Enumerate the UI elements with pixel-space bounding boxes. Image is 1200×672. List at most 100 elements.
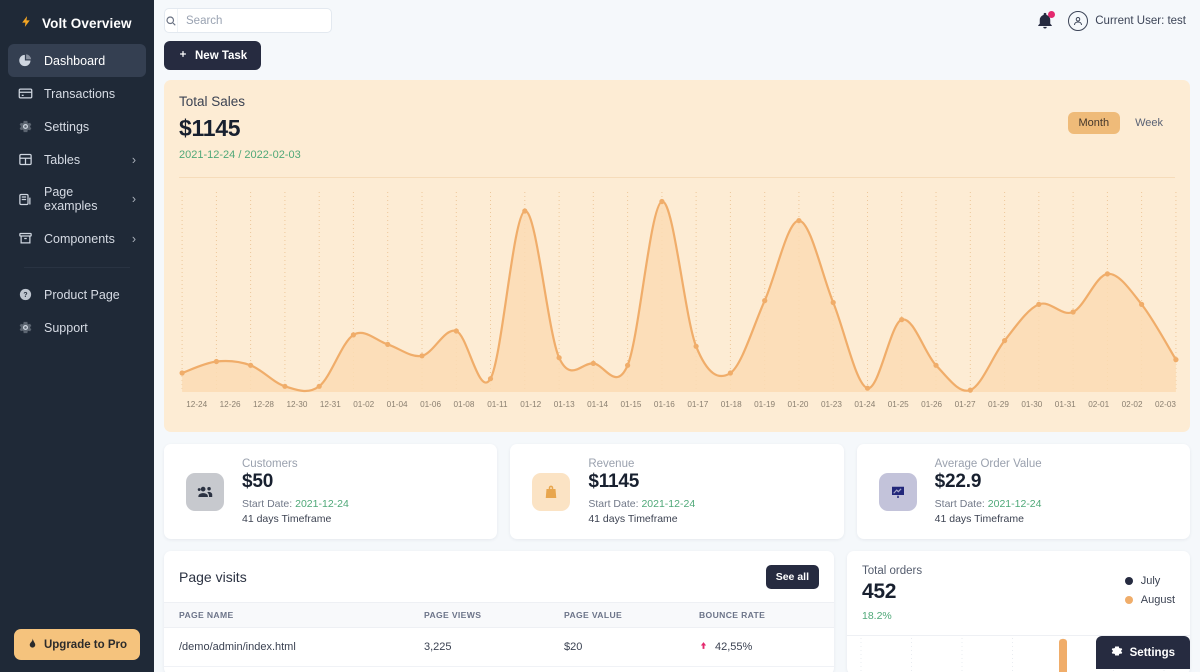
total-orders-summary: Total orders 452 18.2% <box>862 565 922 622</box>
new-task-button[interactable]: New Task <box>164 41 262 70</box>
notification-badge <box>1048 10 1056 18</box>
sidebar-item-label: Product Page <box>44 287 120 302</box>
arrow-up-icon <box>699 640 708 654</box>
legend-item-august: August <box>1124 594 1175 606</box>
page-visits-header: Page visits See all <box>164 551 834 602</box>
svg-text:?: ? <box>23 292 27 299</box>
search-input[interactable] <box>178 9 331 32</box>
sidebar-item-transactions[interactable]: Transactions <box>8 77 146 110</box>
total-orders-header: Total orders 452 18.2% July August <box>847 551 1190 635</box>
x-axis-tick-label: 01-06 <box>420 400 442 409</box>
shopping-bag-icon <box>532 472 571 511</box>
x-axis-tick-label: 01-04 <box>386 400 408 409</box>
page-visits-table: PAGE NAME PAGE VIEWS PAGE VALUE BOUNCE R… <box>164 602 834 667</box>
table-grid-icon <box>18 152 33 167</box>
stat-timeframe: 41 days Timeframe <box>588 513 678 525</box>
x-axis-tick-label: 12-28 <box>253 400 274 409</box>
sales-chart-xaxis: 12-24 12-26 12-28 12-30 12-31 01-02 01-04 01-06… <box>164 400 1190 409</box>
stat-label: Average Order Value <box>934 458 1042 470</box>
x-axis-tick-label: 01-15 <box>620 400 642 409</box>
total-orders-title: Total orders <box>862 565 923 577</box>
brand[interactable]: Volt Overview <box>0 0 154 44</box>
document-icon <box>18 192 33 207</box>
table-row[interactable]: /demo/admin/index.html 3,225 $20 42,55% <box>164 627 834 667</box>
cell-page-name: /demo/admin/index.html <box>164 627 409 667</box>
upgrade-label: Upgrade to Pro <box>43 638 128 651</box>
column-header-page-value: PAGE VALUE <box>549 602 684 628</box>
upgrade-to-pro-button[interactable]: Upgrade to Pro <box>13 629 141 660</box>
sidebar-item-dashboard[interactable]: Dashboard <box>8 44 146 77</box>
x-axis-tick-label: 01-20 <box>787 400 809 409</box>
topbar: Current User: test <box>154 0 1200 41</box>
sidebar-item-product-page[interactable]: ? Product Page <box>8 278 146 311</box>
total-sales-amount: $1145 <box>179 115 241 141</box>
stat-start-date: Start Date: 2021-12-24 <box>242 498 349 510</box>
chevron-right-icon[interactable]: › <box>132 153 136 167</box>
x-axis-tick-label: 01-31 <box>1054 400 1076 409</box>
sidebar-nav: Dashboard Transactions Settings Tables › <box>0 44 154 344</box>
start-date-label: Start Date: <box>588 498 639 510</box>
legend-label: July <box>1140 575 1161 587</box>
sidebar-item-label: Tables <box>44 152 81 167</box>
stat-card-body: Revenue $1145 Start Date: 2021-12-24 41 … <box>588 458 695 525</box>
page-visits-title: Page visits <box>179 569 247 585</box>
x-axis-tick-label: 01-27 <box>954 400 976 409</box>
start-date-label: Start Date: <box>242 498 293 510</box>
question-circle-icon: ? <box>18 287 33 302</box>
main-content: Current User: test New Task Total Sales … <box>154 0 1200 672</box>
x-axis-tick-label: 01-23 <box>820 400 842 409</box>
start-date-value: 2021-12-24 <box>987 498 1042 510</box>
legend-dot-july <box>1124 577 1133 585</box>
x-axis-tick-label: 01-08 <box>453 400 475 409</box>
bottom-row: Page visits See all PAGE NAME PAGE VIEWS… <box>164 551 1190 672</box>
sidebar-item-page-examples[interactable]: Page examples › <box>8 176 146 222</box>
search-container[interactable] <box>164 8 332 33</box>
sidebar-divider <box>24 267 130 268</box>
topbar-right: Current User: test <box>1036 10 1186 31</box>
stat-card-revenue[interactable]: Revenue $1145 Start Date: 2021-12-24 41 … <box>510 444 844 539</box>
x-axis-tick-label: 12-31 <box>319 400 341 409</box>
table-body: /demo/admin/index.html 3,225 $20 42,55% <box>164 627 834 667</box>
sidebar-item-components[interactable]: Components › <box>8 222 146 255</box>
x-axis-tick-label: 12-30 <box>286 400 308 409</box>
sidebar-item-label: Dashboard <box>44 53 106 68</box>
sidebar-item-label: Support <box>44 320 88 335</box>
stat-start-date: Start Date: 2021-12-24 <box>935 498 1042 510</box>
x-axis-tick-label: 02-01 <box>1088 400 1110 409</box>
sales-chart-svg <box>179 192 1179 393</box>
sidebar-item-label: Settings <box>44 119 90 134</box>
content-area: New Task Total Sales $1145 2021-12-24 / … <box>154 41 1200 672</box>
sidebar-item-label: Components <box>44 231 115 246</box>
x-axis-tick-label: 01-12 <box>520 400 542 409</box>
stat-card-average-order-value[interactable]: Average Order Value $22.9 Start Date: 20… <box>856 444 1190 539</box>
timeframe-month-button[interactable]: Month <box>1067 112 1121 134</box>
x-axis-tick-label: 01-30 <box>1021 400 1043 409</box>
stat-card-body: Customers $50 Start Date: 2021-12-24 41 … <box>242 458 349 525</box>
chevron-right-icon[interactable]: › <box>132 232 136 246</box>
stat-card-customers[interactable]: Customers $50 Start Date: 2021-12-24 41 … <box>164 444 498 539</box>
current-user[interactable]: Current User: test <box>1068 10 1186 31</box>
sidebar-item-label: Transactions <box>44 86 116 101</box>
timeframe-toggle: Month Week <box>1067 112 1175 134</box>
legend-dot-august <box>1124 596 1133 604</box>
stat-cards: Customers $50 Start Date: 2021-12-24 41 … <box>164 444 1190 539</box>
timeframe-week-button[interactable]: Week <box>1124 112 1174 134</box>
notifications-button[interactable] <box>1036 10 1056 30</box>
bounce-rate-value: 42,55% <box>715 641 753 653</box>
sidebar-item-support[interactable]: Support <box>8 311 146 344</box>
stat-label: Customers <box>242 458 298 470</box>
legend-item-july: July <box>1124 575 1175 587</box>
chevron-right-icon[interactable]: › <box>132 192 136 206</box>
stat-timeframe: 41 days Timeframe <box>934 513 1024 525</box>
sidebar-item-tables[interactable]: Tables › <box>8 143 146 176</box>
plus-icon <box>178 49 188 62</box>
x-axis-tick-label: 01-29 <box>987 400 1009 409</box>
see-all-button[interactable]: See all <box>765 565 819 589</box>
cell-page-value: $20 <box>549 627 684 667</box>
sidebar-item-settings[interactable]: Settings <box>8 110 146 143</box>
stat-value: $1145 <box>588 471 640 492</box>
x-axis-tick-label: 01-19 <box>754 400 776 409</box>
pie-chart-icon <box>18 53 33 68</box>
settings-fab-button[interactable]: Settings <box>1095 636 1190 669</box>
total-sales-card: Total Sales $1145 2021-12-24 / 2022-02-0… <box>164 80 1190 432</box>
